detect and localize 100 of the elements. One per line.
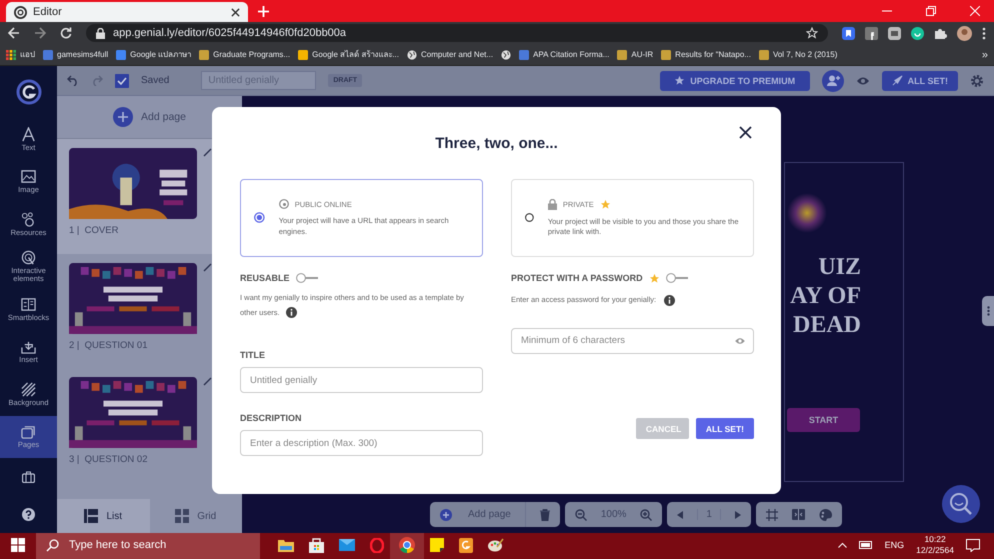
bookmark[interactable]: Vol 7, No 2 (2015) bbox=[758, 50, 838, 60]
star-icon[interactable] bbox=[806, 27, 818, 39]
genially-logo-icon[interactable] bbox=[16, 79, 42, 105]
chrome-icon[interactable] bbox=[399, 537, 415, 553]
chevron-up-icon[interactable] bbox=[838, 542, 847, 548]
folder-icon[interactable] bbox=[278, 538, 294, 552]
close-tab-icon[interactable] bbox=[231, 8, 240, 16]
bookmark[interactable]: Google สไลด์ สร้างและ... bbox=[298, 48, 400, 61]
briefcase-icon[interactable] bbox=[22, 471, 35, 483]
radio-button[interactable] bbox=[254, 212, 265, 222]
bookmark[interactable]: Results for "Natapo... bbox=[661, 50, 751, 60]
info-icon[interactable] bbox=[286, 307, 297, 318]
extension-icon[interactable] bbox=[865, 26, 878, 40]
globe-icon bbox=[501, 50, 512, 60]
slide-title-text: UIZ bbox=[818, 253, 861, 282]
profile-avatar-icon[interactable] bbox=[957, 26, 972, 40]
bookmark[interactable]: Computer and Net... bbox=[407, 50, 494, 60]
document-app-icon[interactable] bbox=[459, 538, 473, 552]
reusable-toggle[interactable] bbox=[296, 273, 318, 283]
palette-icon[interactable] bbox=[818, 508, 832, 520]
close-window-icon[interactable] bbox=[970, 6, 980, 16]
reusable-label: REUSABLE bbox=[240, 273, 290, 283]
input-language[interactable]: ENG bbox=[884, 540, 904, 550]
add-user-icon[interactable] bbox=[822, 70, 844, 92]
paint-palette-icon[interactable] bbox=[488, 538, 504, 552]
bookmark[interactable]: แอป bbox=[6, 48, 35, 61]
side-panel-handle[interactable] bbox=[982, 296, 994, 326]
bookmark[interactable]: Google แปลภาษา bbox=[116, 48, 192, 61]
favicon-icon bbox=[199, 50, 210, 60]
sticky-note-icon[interactable] bbox=[430, 538, 444, 552]
interactive-tool-icon bbox=[21, 250, 36, 266]
bookmark[interactable]: AU-IR bbox=[617, 50, 654, 60]
preview-eye-icon[interactable] bbox=[856, 76, 870, 86]
save-status: Saved bbox=[141, 75, 170, 86]
magic-wand-icon[interactable] bbox=[203, 148, 212, 157]
favicon-icon bbox=[661, 50, 672, 60]
description-input-field[interactable]: Enter a description (Max. 300) bbox=[240, 430, 483, 456]
show-password-eye-icon[interactable] bbox=[734, 336, 746, 345]
app-logo-icon bbox=[14, 6, 27, 18]
opera-icon[interactable] bbox=[370, 538, 384, 552]
password-toggle[interactable] bbox=[666, 273, 688, 283]
settings-icon[interactable] bbox=[970, 74, 984, 88]
close-icon[interactable] bbox=[739, 126, 752, 139]
previous-page-icon[interactable] bbox=[677, 510, 684, 518]
undo-icon[interactable] bbox=[67, 75, 79, 86]
menu-icon[interactable] bbox=[982, 26, 986, 40]
confirm-button[interactable]: ALL SET! bbox=[696, 418, 754, 440]
trash-icon[interactable] bbox=[540, 508, 550, 520]
browser-tab[interactable]: Editor bbox=[6, 2, 248, 22]
text-tool-icon bbox=[21, 126, 36, 142]
smartblocks-tool-icon bbox=[21, 296, 36, 312]
rocket-icon bbox=[892, 75, 903, 86]
extension-icon[interactable] bbox=[842, 26, 855, 40]
address-bar[interactable]: app.genial.ly/editor/6025f44914946f0fd20bb00a bbox=[86, 24, 828, 42]
resources-tool-icon bbox=[21, 212, 36, 227]
extension-icon[interactable] bbox=[888, 26, 901, 40]
split-view-icon[interactable] bbox=[792, 509, 805, 520]
start-button[interactable]: START bbox=[787, 408, 860, 432]
magic-wand-icon[interactable] bbox=[203, 377, 212, 386]
radio-button[interactable] bbox=[525, 212, 534, 222]
page-label: 1 | COVER bbox=[69, 225, 120, 236]
tab-title: Editor bbox=[33, 6, 63, 18]
upgrade-button[interactable]: UPGRADE TO PREMIUM bbox=[660, 70, 810, 90]
back-icon[interactable] bbox=[8, 27, 20, 39]
grid-view-icon bbox=[175, 509, 190, 523]
page-item[interactable]: 1 | COVER bbox=[57, 139, 212, 254]
search-fab-icon[interactable] bbox=[942, 485, 980, 523]
pages-tool-icon bbox=[21, 424, 36, 440]
bookmark[interactable]: Graduate Programs... bbox=[199, 50, 290, 60]
puzzle-icon[interactable] bbox=[934, 26, 947, 40]
next-page-icon[interactable] bbox=[734, 510, 741, 518]
help-icon[interactable] bbox=[22, 508, 35, 521]
magic-wand-icon[interactable] bbox=[203, 262, 212, 272]
password-input-field[interactable]: Minimum of 6 characters bbox=[511, 328, 754, 354]
grid-lines-icon[interactable] bbox=[766, 508, 778, 520]
info-icon[interactable] bbox=[664, 294, 676, 306]
title-input-field[interactable]: Untitled genially bbox=[240, 367, 483, 394]
apps-grid-icon bbox=[6, 50, 16, 60]
zoom-in-icon[interactable] bbox=[640, 508, 652, 520]
store-bag-icon[interactable] bbox=[309, 538, 324, 552]
bookmark[interactable] bbox=[501, 50, 512, 60]
view-tab[interactable]: List bbox=[57, 499, 150, 533]
bookmark[interactable]: APA Citation Forma... bbox=[519, 50, 610, 60]
all-set-button[interactable]: ALL SET! bbox=[882, 70, 958, 90]
bookmark[interactable]: gamesims4full bbox=[43, 50, 108, 60]
extension-icon[interactable] bbox=[911, 26, 924, 40]
reload-icon[interactable] bbox=[60, 27, 72, 39]
taskbar-search-field[interactable]: Type here to search bbox=[36, 531, 260, 559]
restore-icon[interactable] bbox=[926, 6, 936, 16]
favicon-icon bbox=[298, 50, 308, 60]
lock-icon bbox=[548, 198, 557, 210]
plus-icon bbox=[440, 508, 452, 520]
favicon-icon bbox=[617, 50, 628, 60]
battery-icon[interactable] bbox=[858, 541, 873, 549]
forward-icon[interactable] bbox=[34, 27, 46, 39]
notification-icon[interactable] bbox=[966, 538, 980, 552]
zoom-out-icon[interactable] bbox=[574, 508, 587, 520]
new-tab-icon[interactable] bbox=[258, 6, 269, 17]
slide-title-text: AY OF bbox=[790, 282, 861, 311]
more-bookmarks[interactable]: » bbox=[982, 48, 988, 60]
